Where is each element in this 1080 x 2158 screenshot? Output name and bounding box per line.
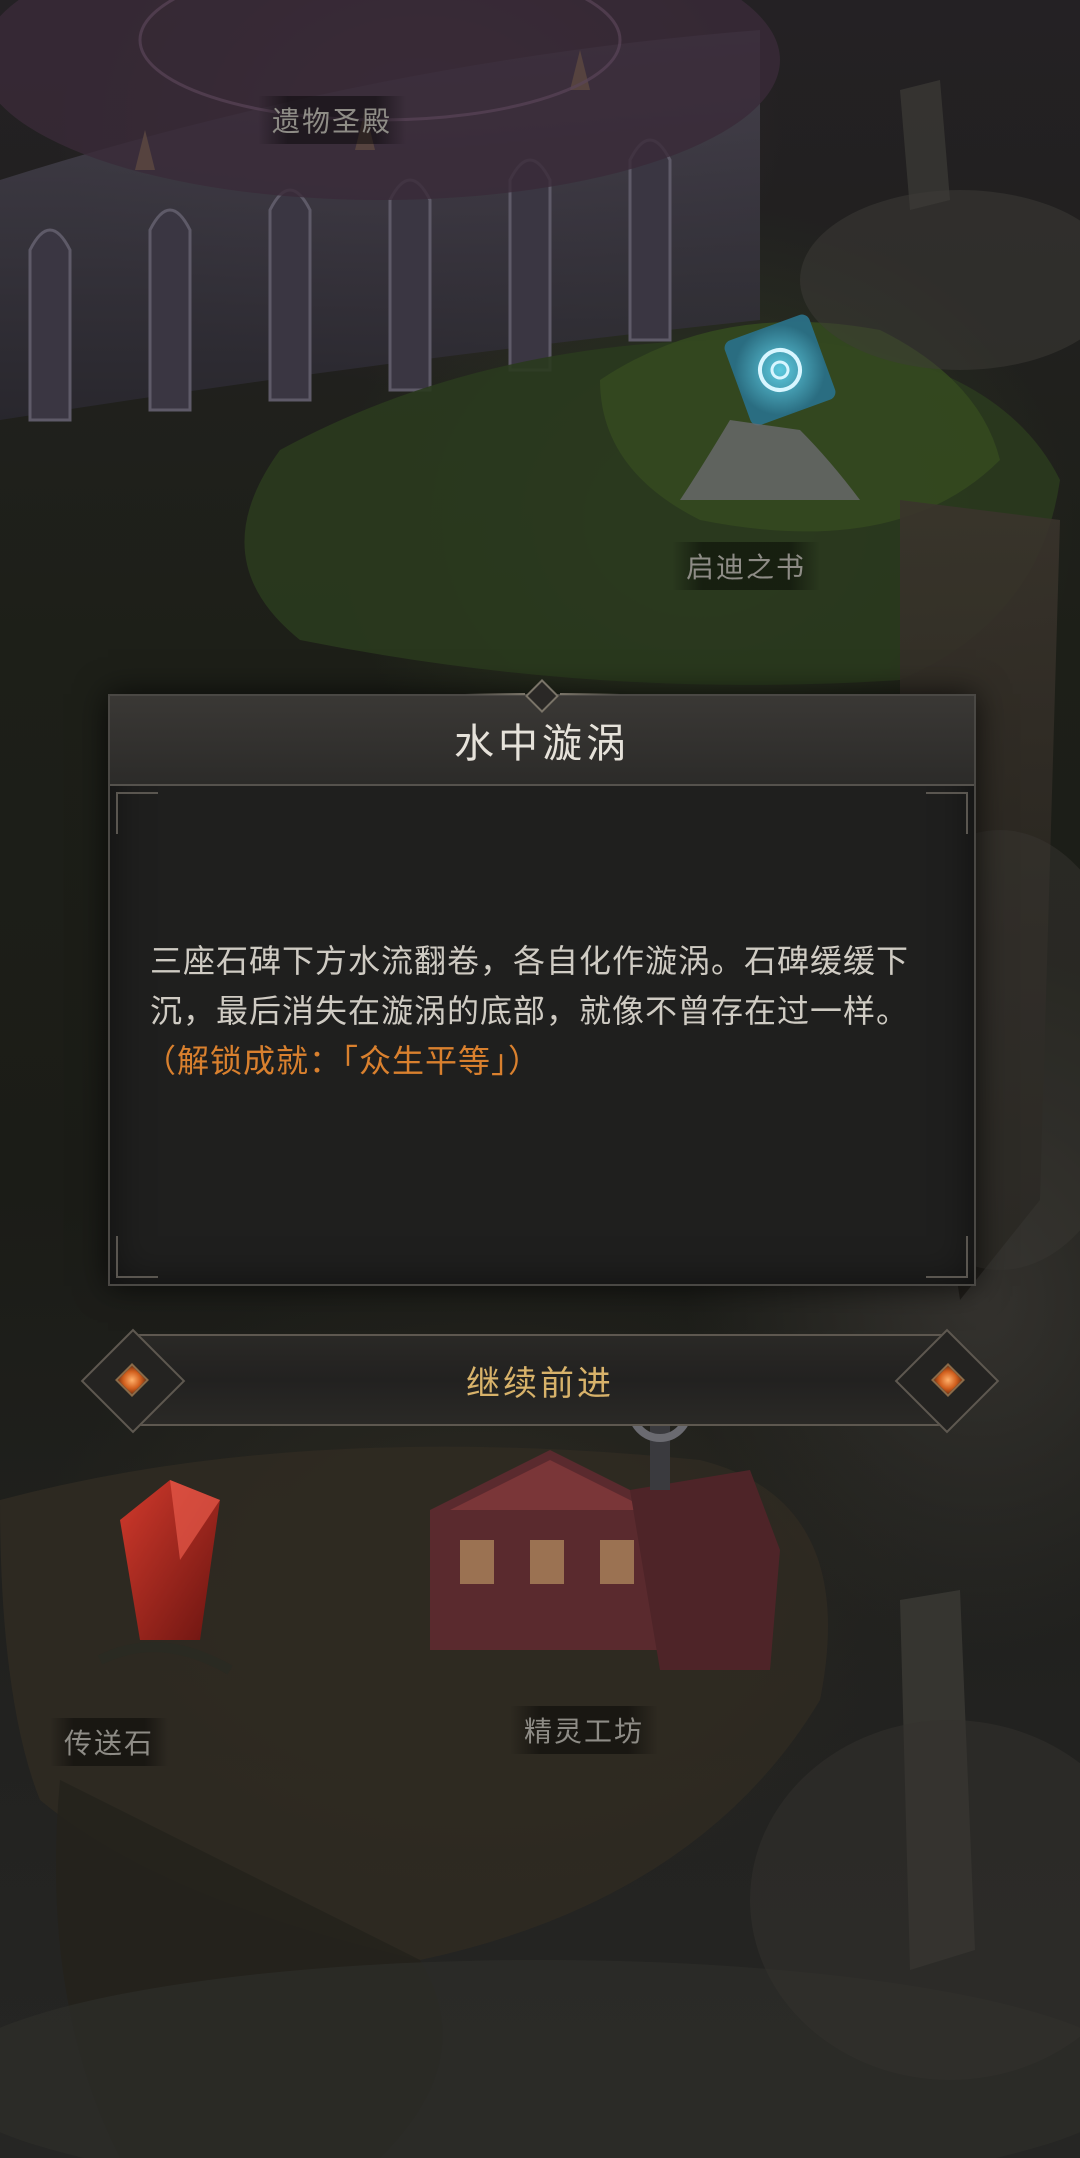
continue-button[interactable]: 继续前进 [115,1334,965,1426]
corner-ornament-icon [116,1236,158,1278]
corner-ornament-icon [926,1236,968,1278]
map-label-book-of-kidi[interactable]: 启迪之书 [672,542,821,590]
gem-icon [931,1363,965,1397]
game-screen: 遗物圣殿 启迪之书 传送石 精灵工坊 水中漩涡 三座石碑下方水流翻卷，各自化作漩… [0,0,1080,2158]
dialog-body: 三座石碑下方水流翻卷，各自化作漩涡。石碑缓缓下沉，最后消失在漩涡的底部，就像不曾… [144,936,940,1086]
corner-ornament-icon [116,792,158,834]
map-label-teleport-stone[interactable]: 传送石 [50,1718,169,1766]
header-ornament-line [465,693,525,695]
dialog-title: 水中漩涡 [454,721,630,767]
map-label-relic-temple[interactable]: 遗物圣殿 [258,96,407,144]
map-label-elf-workshop[interactable]: 精灵工坊 [510,1706,659,1754]
gem-icon [115,1363,149,1397]
continue-button-label: 继续前进 [466,1363,614,1404]
achievement-unlock-text: （解锁成就：「众生平等」） [144,1042,542,1080]
dialog-header: 水中漩涡 [110,679,974,786]
corner-ornament-icon [926,792,968,834]
event-dialog: 水中漩涡 三座石碑下方水流翻卷，各自化作漩涡。石碑缓缓下沉，最后消失在漩涡的底部… [108,679,976,1286]
dialog-body-text: 三座石碑下方水流翻卷，各自化作漩涡。石碑缓缓下沉，最后消失在漩涡的底部，就像不曾… [150,942,910,1030]
header-ornament-line [560,693,620,695]
